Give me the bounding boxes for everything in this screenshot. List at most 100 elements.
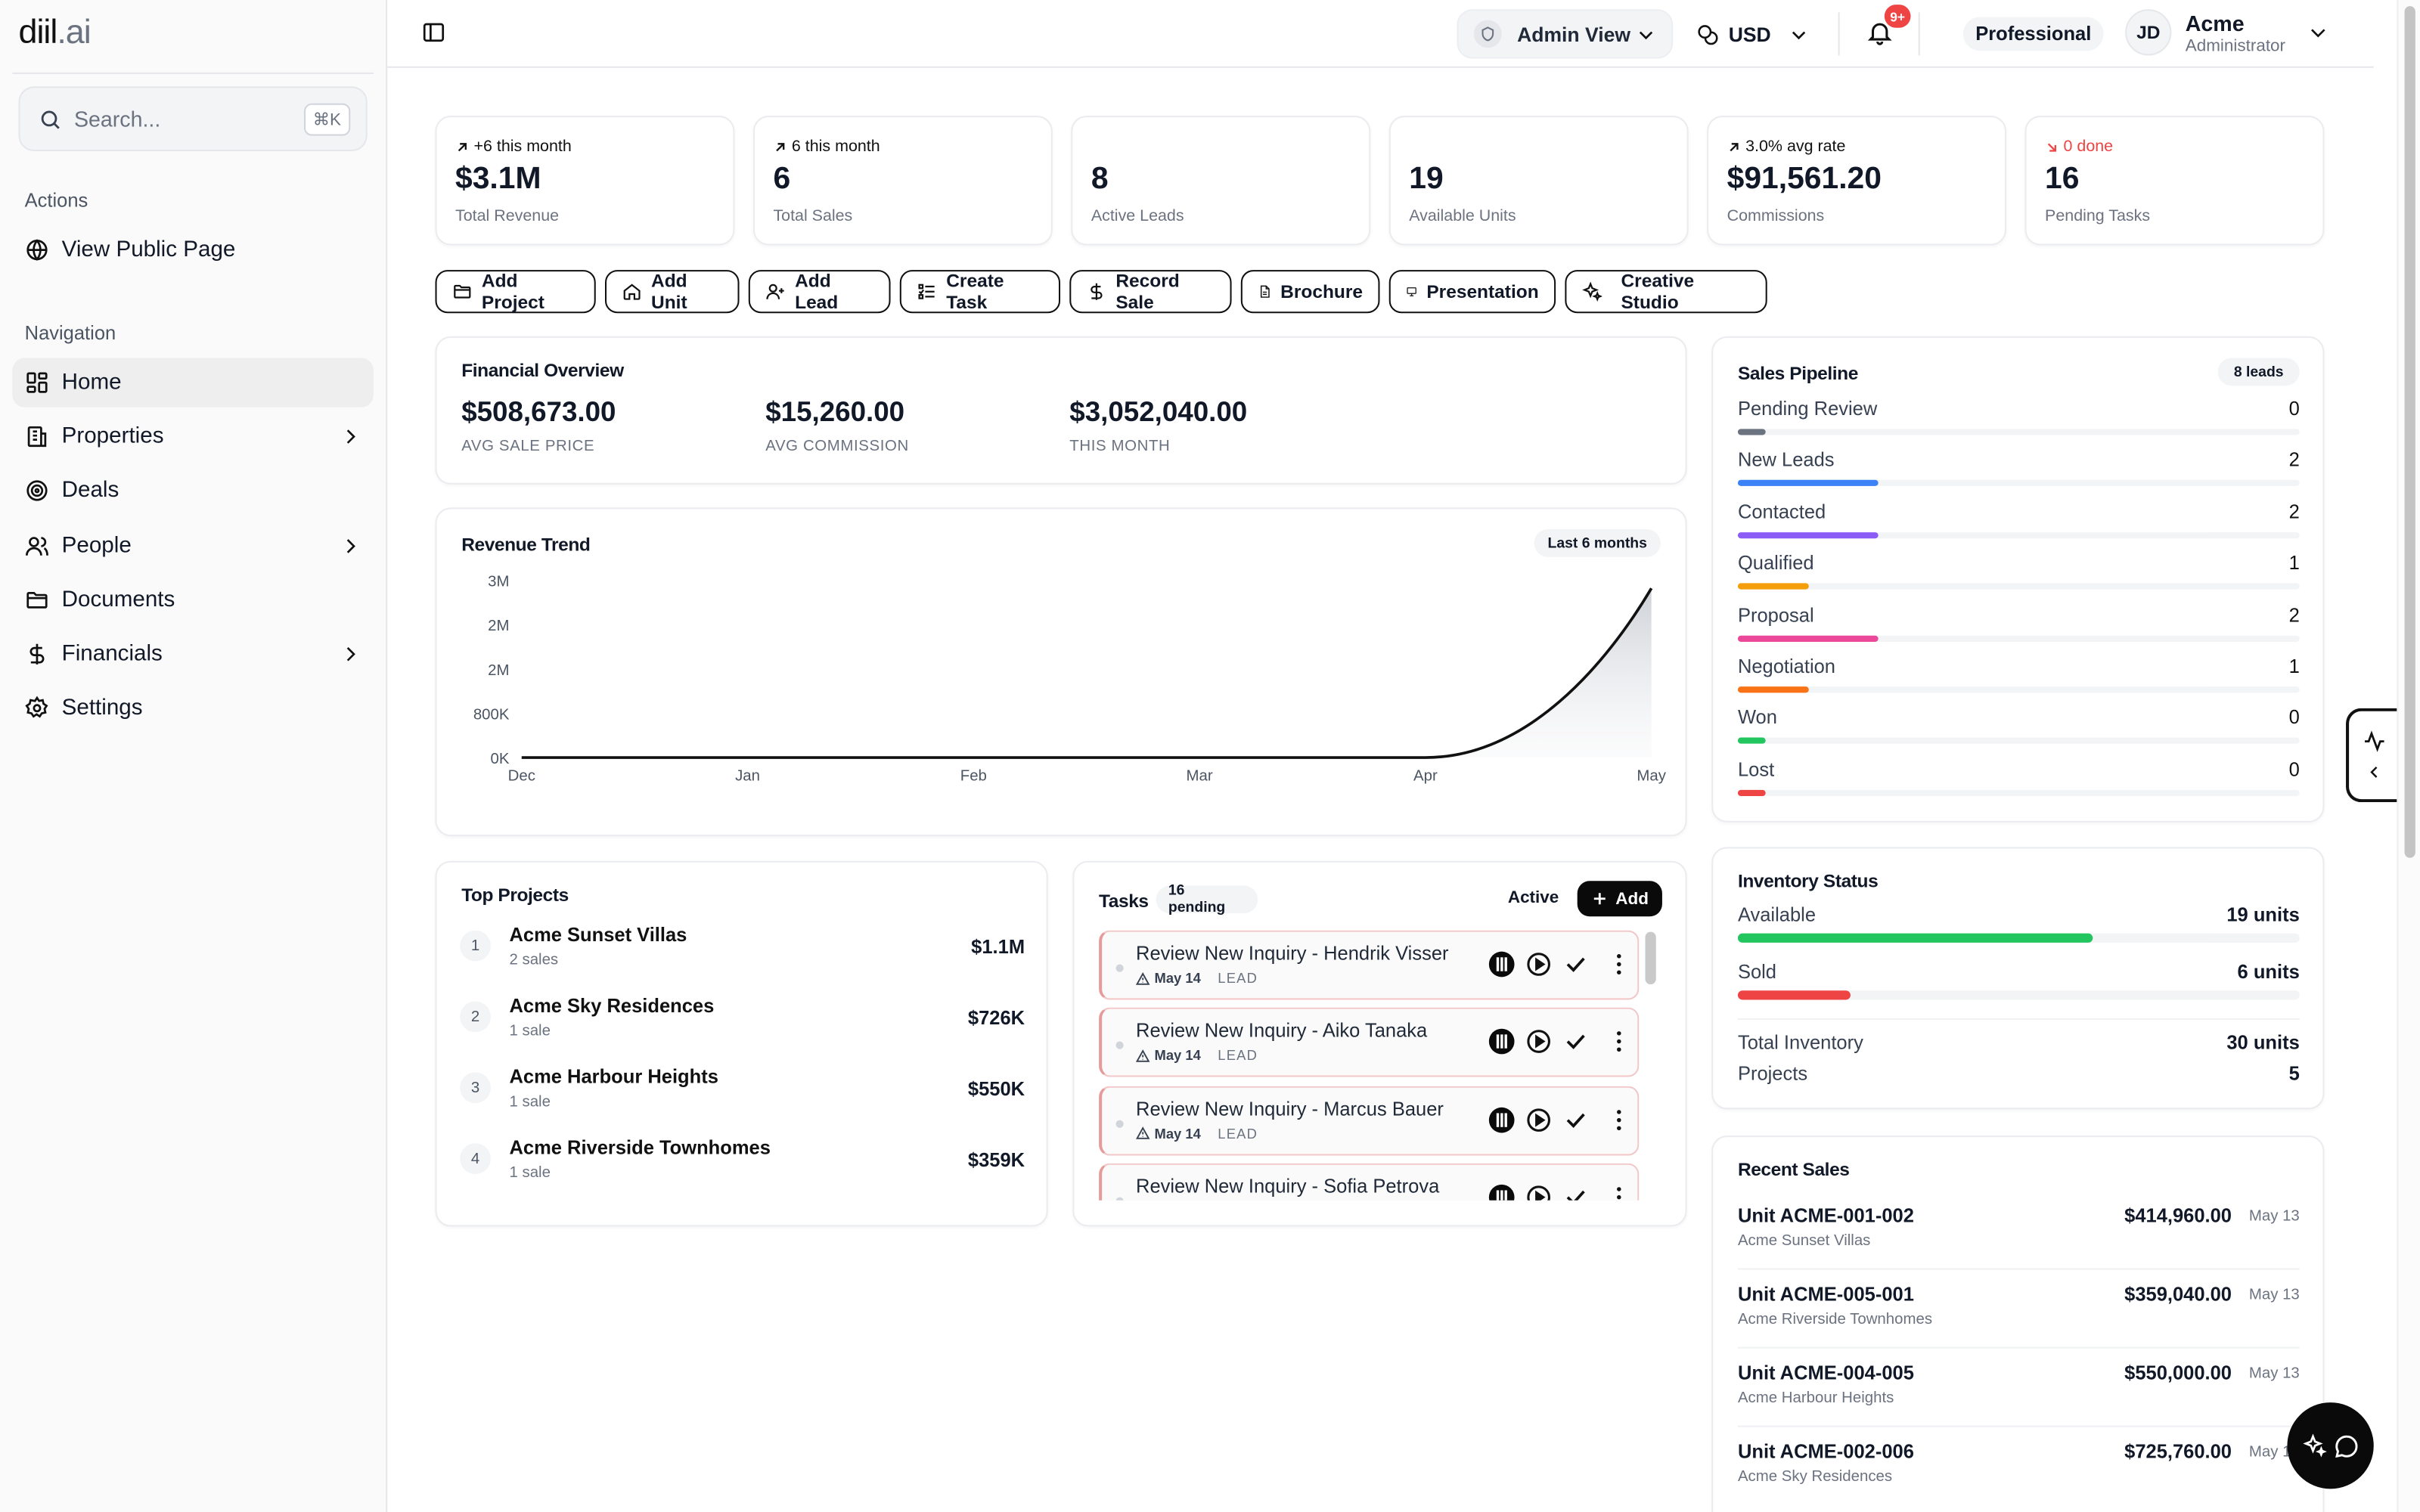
sidebar-item-financials[interactable]: Financials	[12, 630, 374, 679]
stat-card-pending-tasks[interactable]: 0 done 16 Pending Tasks	[2024, 116, 2325, 246]
plan-badge: Professional	[1962, 17, 2104, 51]
sidebar-item-view-public-page[interactable]: View Public Page	[12, 225, 374, 274]
navigation-section-label: Navigation	[24, 322, 116, 345]
project-value: $726K	[967, 1007, 1025, 1030]
task-meta: May 14 LEAD	[1136, 1126, 1258, 1142]
notification-badge: 9+	[1884, 5, 1911, 28]
admin-view-selector[interactable]: Admin View	[1457, 9, 1674, 59]
search-box[interactable]: Search... ⌘K	[18, 86, 368, 151]
stage-count: 1	[2288, 655, 2300, 677]
folder-icon	[26, 591, 48, 609]
task-title: Review New Inquiry - Aiko Tanaka	[1136, 1020, 1428, 1043]
more-vertical-icon[interactable]	[1605, 1184, 1633, 1201]
sidebar-item-documents[interactable]: Documents	[12, 575, 374, 624]
document-icon	[1260, 285, 1270, 298]
add-unit-button[interactable]: Add Unit	[604, 270, 740, 314]
sparkles-icon	[2302, 1433, 2326, 1458]
task-list-scrollbar[interactable]	[1645, 931, 1656, 985]
sale-unit: Unit ACME-004-005	[1737, 1362, 1914, 1384]
presentation-button[interactable]: Presentation	[1388, 270, 1556, 314]
task-item[interactable]: Review New Inquiry - Hendrik Visser May 1…	[1099, 930, 1640, 1000]
sidebar-item-settings[interactable]: Settings	[12, 683, 374, 733]
avatar[interactable]: JD	[2125, 9, 2172, 56]
sales-pipeline-title: Sales Pipeline	[1737, 362, 1858, 385]
available-value: 19 units	[2226, 903, 2300, 926]
sale-row[interactable]: Unit ACME-005-001 Acme Riverside Townhom…	[1738, 1284, 2300, 1352]
sale-row[interactable]: Unit ACME-001-002 Acme Sunset Villas $41…	[1738, 1205, 2300, 1273]
more-vertical-icon[interactable]	[1605, 1028, 1633, 1056]
stage-count: 1	[2288, 552, 2300, 575]
more-vertical-icon[interactable]	[1605, 1106, 1633, 1134]
sidebar-item-properties[interactable]: Properties	[12, 412, 374, 461]
button-label: Creative Studio	[1621, 270, 1695, 314]
more-vertical-icon[interactable]	[1605, 950, 1633, 978]
range-chip[interactable]: Last 6 months	[1534, 528, 1661, 557]
add-project-button[interactable]: Add Project	[435, 270, 596, 314]
brand-logo[interactable]: diil.ai	[18, 12, 91, 52]
check-icon[interactable]	[1562, 1106, 1590, 1134]
play-icon[interactable]	[1525, 1028, 1553, 1056]
leads-count-chip: 8 leads	[2217, 358, 2300, 386]
stat-delta: 3.0% avg rate	[1727, 138, 1845, 156]
stage-count: 0	[2288, 398, 2300, 420]
stat-card-commissions[interactable]: 3.0% avg rate $91,561.20 Commissions	[1707, 116, 2007, 246]
play-icon[interactable]	[1525, 1106, 1553, 1134]
task-item[interactable]: Review New Inquiry - Aiko Tanaka May 14 LE…	[1099, 1008, 1640, 1078]
task-item[interactable]: Review New Inquiry - Sofia PetrovaMay 14…	[1099, 1163, 1640, 1201]
project-row[interactable]: 3 Acme Harbour Heights 1 sale $550K	[460, 1066, 1025, 1121]
task-item[interactable]: Review New Inquiry - Marcus Bauer May 14 L…	[1099, 1086, 1640, 1156]
project-row[interactable]: 1 Acme Sunset Villas 2 sales $1.1M	[460, 924, 1025, 979]
revenue-line	[521, 587, 1653, 759]
creative-studio-button[interactable]: Creative Studio	[1565, 270, 1767, 314]
pause-icon[interactable]	[1488, 950, 1516, 978]
pause-icon[interactable]	[1488, 1184, 1516, 1201]
check-icon[interactable]	[1562, 1028, 1590, 1056]
stat-label: Total Sales	[773, 206, 853, 225]
sale-row[interactable]: Unit ACME-004-005 Acme Harbour Heights $…	[1738, 1362, 2300, 1430]
arrow-down-right-icon	[2047, 142, 2056, 151]
activity-panel-toggle[interactable]	[2346, 708, 2399, 803]
chevron-down-icon	[1792, 30, 1807, 39]
task-meta: May 14 LEAD	[1136, 1049, 1258, 1064]
stat-card-active-leads[interactable]: 8 Active Leads	[1071, 116, 1371, 246]
pause-icon[interactable]	[1488, 1028, 1516, 1056]
stage-count: 0	[2288, 758, 2300, 781]
chevron-down-icon[interactable]	[2307, 22, 2329, 44]
play-icon[interactable]	[1525, 1184, 1553, 1201]
stat-card-total-sales[interactable]: 6 this month 6 Total Sales	[752, 116, 1053, 246]
sidebar-toggle-icon[interactable]	[421, 20, 446, 45]
currency-selector[interactable]: USD	[1696, 9, 1810, 58]
sidebar-item-people[interactable]: People	[12, 522, 374, 571]
check-icon[interactable]	[1562, 1184, 1590, 1201]
sidebar-item-home[interactable]: Home	[12, 358, 374, 407]
task-actions	[1488, 950, 1633, 978]
scrollbar-thumb[interactable]	[2404, 6, 2415, 858]
project-row[interactable]: 2 Acme Sky Residences 1 sale $726K	[460, 995, 1025, 1050]
task-filter[interactable]: Active	[1508, 889, 1559, 907]
page-scrollbar[interactable]	[2397, 0, 2420, 1512]
sale-row[interactable]: Unit ACME-002-006 Acme Sky Residences $7…	[1738, 1441, 2300, 1509]
ai-chat-button[interactable]	[2287, 1402, 2374, 1489]
play-icon[interactable]	[1525, 950, 1553, 978]
stat-card-total-revenue[interactable]: +6 this month $3.1M Total Revenue	[435, 116, 735, 246]
add-task-button[interactable]: Add	[1577, 881, 1662, 917]
task-title: Review New Inquiry - Hendrik Visser	[1136, 942, 1449, 965]
brochure-button[interactable]: Brochure	[1240, 270, 1380, 314]
stage-track	[1737, 738, 2300, 745]
record-sale-button[interactable]: Record Sale	[1069, 270, 1232, 314]
y-tick-label: 3M	[488, 574, 509, 590]
pause-icon[interactable]	[1488, 1106, 1516, 1134]
check-icon[interactable]	[1562, 950, 1590, 978]
user-name[interactable]: Acme	[2186, 11, 2245, 36]
pending-count-chip: 16 pending	[1156, 882, 1258, 916]
sidebar-item-deals[interactable]: Deals	[12, 466, 374, 515]
stat-card-available-units[interactable]: 19 Available Units	[1388, 116, 1689, 246]
create-task-button[interactable]: Create Task	[899, 270, 1061, 314]
divider	[1918, 12, 1920, 56]
available-bar	[1737, 933, 2094, 943]
add-lead-button[interactable]: Add Lead	[748, 270, 891, 314]
search-input[interactable]: Search...	[74, 107, 303, 132]
logo-suffix: .ai	[57, 12, 91, 51]
building-icon	[27, 426, 47, 448]
project-row[interactable]: 4 Acme Riverside Townhomes 1 sale $359K	[460, 1137, 1025, 1192]
